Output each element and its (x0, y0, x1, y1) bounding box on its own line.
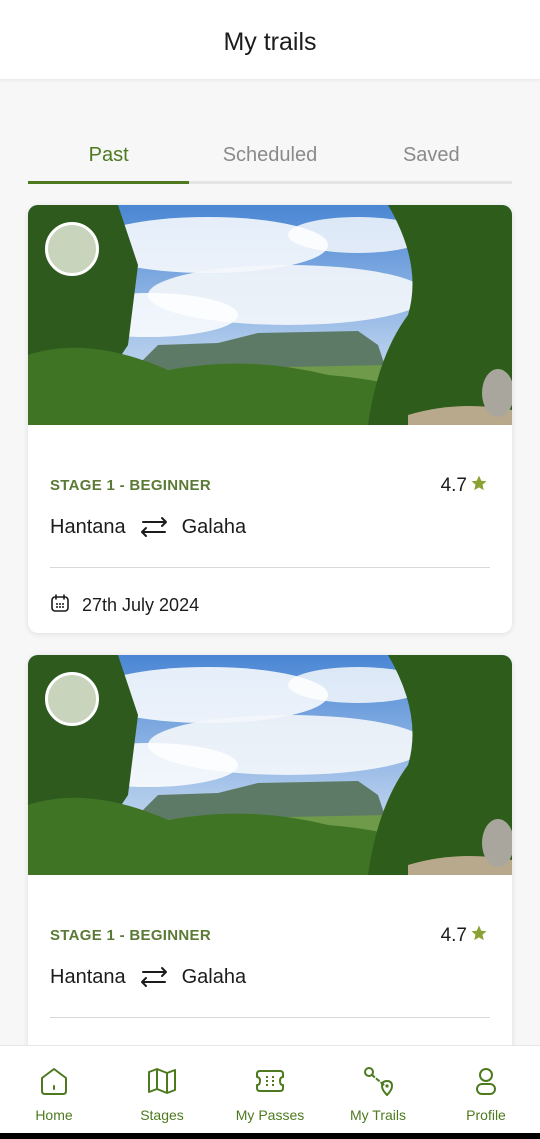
trail-route: Hantana Galaha (50, 515, 246, 539)
app-header: My trails (0, 0, 540, 80)
rating-value: 4.7 (440, 475, 467, 496)
nav-label: My Trails (350, 1107, 406, 1123)
nav-label: Home (35, 1107, 73, 1123)
system-gesture-bar (0, 1133, 540, 1139)
trail-card[interactable]: STAGE 1 - BEGINNER 4.7 Hantana Galaha 27… (28, 205, 512, 633)
trail-date: 27th July 2024 (82, 595, 200, 615)
stage-label: STAGE 1 - BEGINNER (50, 927, 211, 944)
rating-value: 4.7 (440, 925, 467, 946)
page-title: My trails (223, 28, 317, 56)
trail-route: Hantana Galaha (50, 965, 246, 989)
route-icon (362, 1066, 394, 1101)
swap-arrows-icon (140, 515, 168, 539)
route-start: Hantana (50, 965, 126, 988)
ticket-icon (254, 1066, 286, 1101)
favorite-button[interactable] (45, 672, 99, 726)
nav-my-trails[interactable]: My Trails (324, 1046, 432, 1133)
trail-image (28, 655, 512, 875)
rating: 4.7 (441, 924, 488, 948)
route-end: Galaha (181, 965, 247, 988)
nav-label: My Passes (235, 1107, 305, 1123)
bottom-navigation: Home Stages My Passes My Trails Profile (0, 1045, 540, 1133)
tab-past[interactable]: Past (28, 130, 190, 184)
trail-image (28, 205, 512, 425)
tab-saved[interactable]: Saved (351, 130, 512, 181)
calendar-icon (50, 593, 70, 618)
trail-date-row: 27th July 2024 (50, 593, 199, 618)
nav-label: Profile (466, 1107, 506, 1123)
star-icon (470, 924, 488, 948)
tab-scheduled[interactable]: Scheduled (189, 130, 350, 181)
nav-home[interactable]: Home (0, 1046, 108, 1133)
favorite-button[interactable] (45, 222, 99, 276)
nav-profile[interactable]: Profile (432, 1046, 540, 1133)
nav-label: Stages (140, 1107, 184, 1123)
user-icon (470, 1066, 502, 1101)
route-start: Hantana (50, 515, 126, 538)
nav-stages[interactable]: Stages (108, 1046, 216, 1133)
swap-arrows-icon (140, 965, 168, 989)
map-icon (146, 1066, 178, 1101)
trail-tabs: Past Scheduled Saved (28, 130, 512, 184)
card-divider (50, 567, 490, 568)
star-icon (470, 474, 488, 498)
route-end: Galaha (181, 515, 247, 538)
stage-label: STAGE 1 - BEGINNER (50, 477, 211, 494)
trail-card[interactable]: STAGE 1 - BEGINNER 4.7 Hantana Galaha (28, 655, 512, 1083)
nav-my-passes[interactable]: My Passes (216, 1046, 324, 1133)
home-icon (38, 1066, 70, 1101)
rating: 4.7 (441, 474, 488, 498)
card-divider (50, 1017, 490, 1018)
